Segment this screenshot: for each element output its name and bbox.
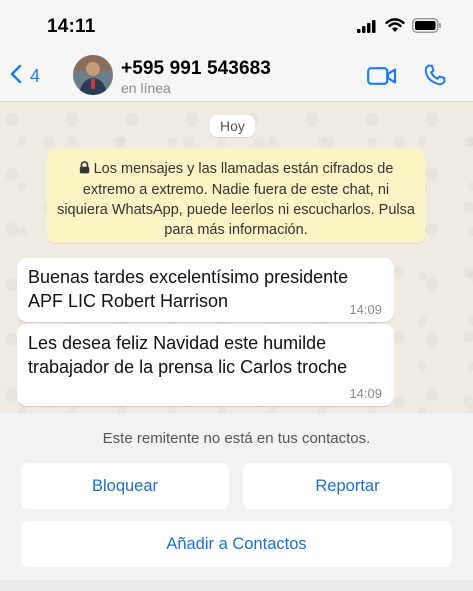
encryption-notice[interactable]: Los mensajes y las llamadas están cifrad…: [47, 149, 425, 243]
contact-status: en línea: [121, 80, 171, 96]
phone-icon[interactable]: [423, 63, 447, 92]
unknown-sender-note: Este remitente no está en tus contactos.: [102, 430, 371, 447]
status-bar: 14:11: [0, 0, 473, 50]
contact-name[interactable]: +595 991 543683: [121, 58, 271, 80]
message-bubble[interactable]: Buenas tardes excelentísimo presidente A…: [17, 258, 394, 322]
lock-icon: [79, 160, 90, 180]
report-button[interactable]: Reportar: [243, 463, 452, 509]
back-button[interactable]: 4: [10, 64, 40, 89]
message-text: Les desea feliz Navidad este humilde tra…: [28, 333, 348, 377]
battery-icon: [412, 18, 442, 38]
message-bubble[interactable]: Les desea feliz Navidad este humilde tra…: [17, 324, 394, 406]
chevron-left-icon: [10, 64, 22, 89]
chat-area[interactable]: Hoy Los mensajes y las llamadas están ci…: [0, 103, 473, 413]
message-time: 14:09: [349, 386, 382, 401]
signal-icon: [357, 20, 377, 38]
block-button[interactable]: Bloquear: [21, 463, 229, 509]
date-divider: Hoy: [210, 115, 255, 137]
unknown-sender-panel: Este remitente no está en tus contactos.…: [0, 413, 473, 591]
unread-count: 4: [30, 66, 41, 86]
chat-header: 4 +595 991 543683 en línea: [0, 50, 473, 102]
bottom-strip: [0, 580, 473, 591]
status-time: 14:11: [47, 16, 96, 37]
avatar[interactable]: [73, 55, 113, 95]
message-time: 14:09: [349, 302, 382, 317]
wifi-icon: [385, 18, 405, 38]
add-to-contacts-button[interactable]: Añadir a Contactos: [21, 521, 452, 567]
video-call-icon[interactable]: [367, 66, 397, 91]
encryption-text: Los mensajes y las llamadas están cifrad…: [57, 161, 415, 238]
message-text: Buenas tardes excelentísimo presidente A…: [28, 267, 349, 311]
